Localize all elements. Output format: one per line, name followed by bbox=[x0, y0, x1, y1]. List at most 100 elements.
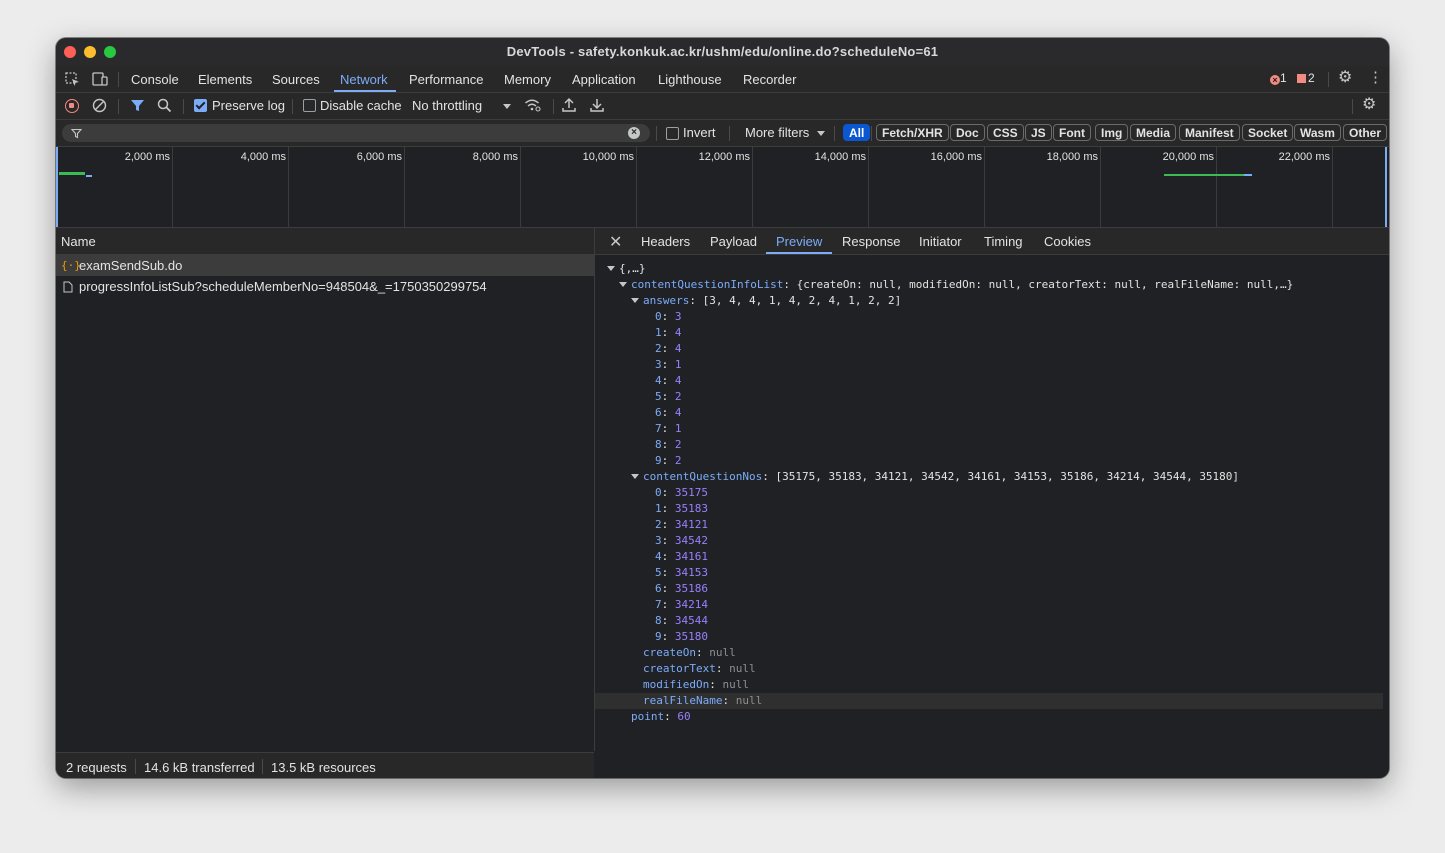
json-array-item: 3: 1 bbox=[655, 358, 682, 371]
tab-memory[interactable]: Memory bbox=[504, 72, 551, 87]
timeline-tick-label: 10,000 ms bbox=[582, 151, 634, 163]
network-settings-gear-icon[interactable]: ⚙ bbox=[1362, 97, 1376, 113]
throttling-select[interactable]: No throttling bbox=[412, 98, 482, 113]
json-array-item: 1: 35183 bbox=[655, 502, 708, 515]
type-filter-socket[interactable]: Socket bbox=[1242, 124, 1294, 141]
json-info-list-node[interactable]: contentQuestionInfoList: {createOn: null… bbox=[619, 277, 1293, 293]
json-array-item: 8: 2 bbox=[655, 438, 682, 451]
tab-lighthouse[interactable]: Lighthouse bbox=[658, 72, 722, 87]
tab-application[interactable]: Application bbox=[572, 72, 636, 87]
document-icon bbox=[63, 281, 73, 293]
filter-bar: × Invert More filters All Fetch/XHR Doc … bbox=[56, 120, 1389, 147]
device-toolbar-icon[interactable] bbox=[92, 72, 108, 87]
type-filter-font[interactable]: Font bbox=[1053, 124, 1091, 141]
request-list-panel: Name {·} examSendSub.do progressInfoList… bbox=[56, 228, 595, 751]
type-filter-css[interactable]: CSS bbox=[987, 124, 1024, 141]
network-timeline-overview[interactable]: 2,000 ms 4,000 ms 6,000 ms 8,000 ms 10,0… bbox=[56, 147, 1389, 228]
more-filters-dropdown[interactable]: More filters bbox=[745, 125, 809, 140]
settings-gear-icon[interactable]: ⚙ bbox=[1338, 70, 1352, 86]
preserve-log-checkbox[interactable] bbox=[194, 99, 207, 112]
timeline-request-bar bbox=[86, 175, 92, 177]
type-filter-other[interactable]: Other bbox=[1343, 124, 1388, 141]
xhr-icon: {·} bbox=[61, 259, 81, 272]
type-filter-media[interactable]: Media bbox=[1130, 124, 1177, 141]
json-array-item: 5: 2 bbox=[655, 390, 682, 403]
json-array-item: 4: 34161 bbox=[655, 550, 708, 563]
type-filter-doc[interactable]: Doc bbox=[950, 124, 985, 141]
name-column-header[interactable]: Name bbox=[61, 234, 96, 249]
clear-log-icon[interactable] bbox=[92, 98, 107, 113]
tab-console[interactable]: Console bbox=[131, 72, 179, 87]
type-filter-all[interactable]: All bbox=[843, 124, 871, 141]
json-array-item: 7: 1 bbox=[655, 422, 682, 435]
network-conditions-icon[interactable] bbox=[524, 98, 541, 113]
error-icon: × bbox=[1270, 75, 1280, 85]
tab-cookies[interactable]: Cookies bbox=[1044, 234, 1091, 249]
type-filter-js[interactable]: JS bbox=[1025, 124, 1052, 141]
json-array-item: 2: 4 bbox=[655, 342, 682, 355]
json-array-item: 6: 35186 bbox=[655, 582, 708, 595]
type-filter-img[interactable]: Img bbox=[1095, 124, 1129, 141]
network-status-bar: 2 requests 14.6 kB transferred 13.5 kB r… bbox=[56, 752, 594, 778]
json-question-nos-node[interactable]: contentQuestionNos: [35175, 35183, 34121… bbox=[631, 469, 1239, 485]
request-count: 2 requests bbox=[66, 760, 127, 775]
more-options-icon[interactable]: ⋮ bbox=[1368, 70, 1383, 85]
json-array-item: 7: 34214 bbox=[655, 598, 708, 611]
request-row[interactable]: {·} examSendSub.do bbox=[56, 255, 594, 276]
type-filter-fetch-xhr[interactable]: Fetch/XHR bbox=[876, 124, 949, 141]
json-array-item: 0: 3 bbox=[655, 310, 682, 323]
filter-input[interactable]: × bbox=[62, 124, 650, 142]
tab-payload[interactable]: Payload bbox=[710, 234, 757, 249]
type-filter-manifest[interactable]: Manifest bbox=[1179, 124, 1240, 141]
clear-filter-icon[interactable]: × bbox=[628, 127, 640, 139]
export-har-icon[interactable] bbox=[590, 97, 604, 113]
tab-preview[interactable]: Preview bbox=[776, 234, 822, 249]
timeline-tick-label: 22,000 ms bbox=[1278, 151, 1330, 163]
tab-recorder[interactable]: Recorder bbox=[743, 72, 796, 87]
timeline-tick-label: 14,000 ms bbox=[814, 151, 866, 163]
json-array-item: 5: 34153 bbox=[655, 566, 708, 579]
filter-toggle-icon[interactable] bbox=[130, 98, 145, 113]
search-icon[interactable] bbox=[157, 98, 172, 113]
issues-count: 2 bbox=[1308, 71, 1315, 85]
json-property: creatorText: null bbox=[643, 662, 756, 675]
tab-elements[interactable]: Elements bbox=[198, 72, 252, 87]
tab-performance[interactable]: Performance bbox=[409, 72, 483, 87]
timeline-tick-label: 16,000 ms bbox=[930, 151, 982, 163]
json-root-node[interactable]: {,…} bbox=[607, 261, 646, 277]
json-array-item: 9: 2 bbox=[655, 454, 682, 467]
title-bar: DevTools - safety.konkuk.ac.kr/ushm/edu/… bbox=[56, 38, 1389, 67]
tab-sources[interactable]: Sources bbox=[272, 72, 320, 87]
request-name: examSendSub.do bbox=[79, 258, 183, 273]
tab-headers[interactable]: Headers bbox=[641, 234, 690, 249]
timeline-tick-label: 8,000 ms bbox=[472, 151, 518, 163]
timeline-range-start-handle[interactable] bbox=[56, 147, 58, 227]
disable-cache-checkbox[interactable] bbox=[303, 99, 316, 112]
tab-network[interactable]: Network bbox=[340, 72, 388, 87]
tab-response[interactable]: Response bbox=[842, 234, 901, 249]
timeline-tick-label: 6,000 ms bbox=[356, 151, 402, 163]
network-toolbar: Preserve log Disable cache No throttling… bbox=[56, 93, 1389, 120]
devtools-window: DevTools - safety.konkuk.ac.kr/ushm/edu/… bbox=[56, 38, 1389, 778]
invert-label: Invert bbox=[683, 125, 716, 140]
json-answers-node[interactable]: answers: [3, 4, 4, 1, 4, 2, 4, 1, 2, 2] bbox=[631, 293, 901, 309]
import-har-icon[interactable] bbox=[562, 97, 576, 113]
issues-count-badge[interactable]: 2 bbox=[1297, 71, 1315, 85]
timeline-tick-label: 4,000 ms bbox=[240, 151, 286, 163]
close-icon[interactable]: ✕ bbox=[609, 232, 622, 252]
timeline-request-bar bbox=[1164, 174, 1244, 176]
json-array-item: 8: 34544 bbox=[655, 614, 708, 627]
json-property: point: 60 bbox=[631, 710, 691, 723]
stop-recording-icon[interactable] bbox=[65, 99, 79, 113]
tab-initiator[interactable]: Initiator bbox=[919, 234, 962, 249]
disable-cache-label: Disable cache bbox=[320, 98, 402, 113]
request-detail-panel: ✕ Headers Payload Preview Response Initi… bbox=[595, 228, 1389, 778]
error-count-badge[interactable]: × 1 bbox=[1270, 71, 1287, 85]
tab-timing[interactable]: Timing bbox=[984, 234, 1023, 249]
inspect-element-icon[interactable] bbox=[65, 72, 80, 87]
invert-checkbox[interactable] bbox=[666, 127, 679, 140]
type-filter-wasm[interactable]: Wasm bbox=[1294, 124, 1341, 141]
json-array-item: 9: 35180 bbox=[655, 630, 708, 643]
timeline-range-end-handle[interactable] bbox=[1385, 147, 1387, 227]
request-row[interactable]: progressInfoListSub?scheduleMemberNo=948… bbox=[56, 276, 594, 297]
